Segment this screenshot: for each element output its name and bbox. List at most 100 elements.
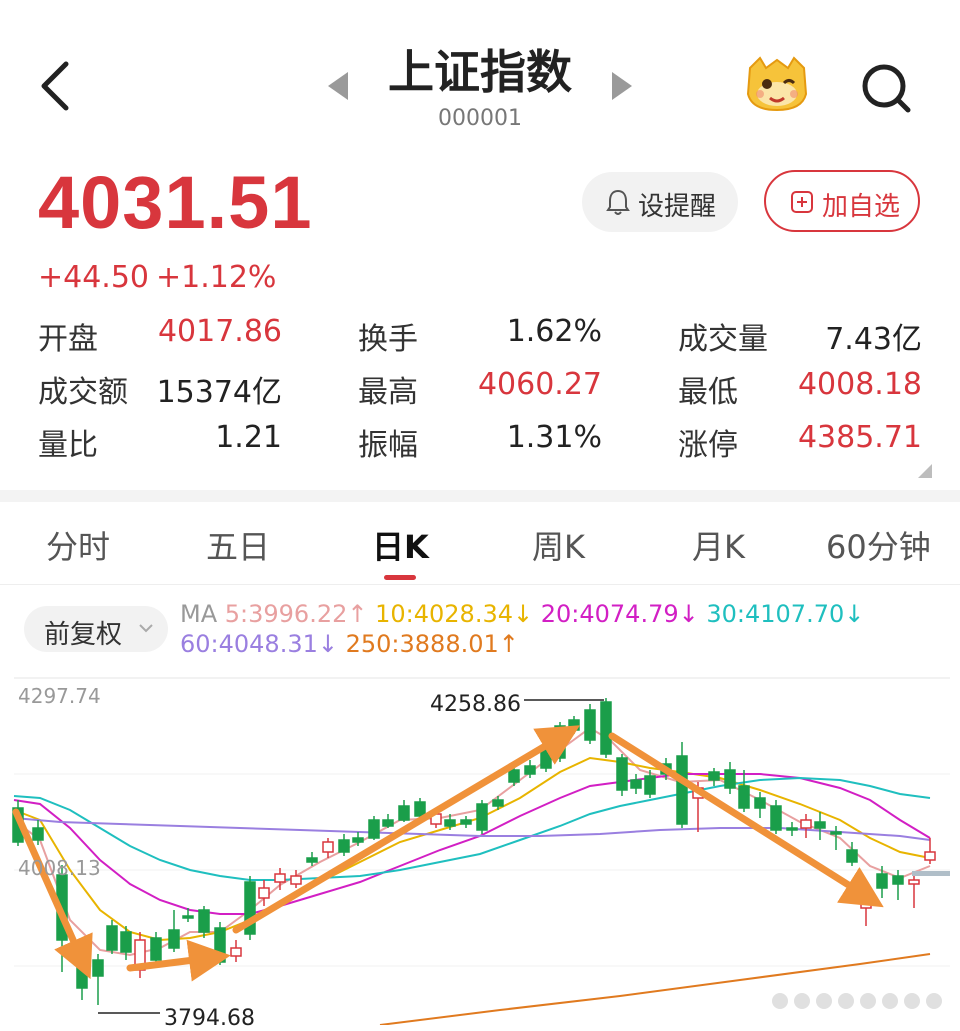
candle	[600, 698, 612, 758]
candle	[398, 800, 410, 822]
price-adjust-label: 前复权	[44, 620, 123, 650]
candle-body	[492, 799, 504, 807]
axis-mid-label: 4008.13	[18, 856, 101, 880]
high-price-label: 4258.86	[428, 692, 523, 717]
section-divider	[0, 490, 960, 502]
kline-chart[interactable]: 4297.74 4008.13 4258.86 3794.68	[0, 670, 960, 1031]
stat-label-amplitude: 振幅	[358, 428, 418, 463]
candle	[770, 800, 782, 834]
price-change: +44.50	[38, 260, 150, 295]
candle	[338, 834, 350, 856]
stat-value-low: 4008.18	[797, 367, 922, 402]
candle-body	[230, 947, 242, 957]
ma-line	[13, 726, 931, 957]
stat-label-volume: 成交量	[678, 322, 768, 357]
candle-body	[150, 937, 162, 961]
candle-body	[338, 839, 350, 853]
next-triangle-icon[interactable]	[612, 72, 632, 100]
candle-body	[508, 769, 520, 783]
candle	[244, 876, 256, 940]
candle-body	[738, 785, 750, 809]
tab-60min[interactable]: 60分钟	[826, 522, 931, 568]
candle-body	[106, 925, 118, 951]
candle-body	[306, 857, 318, 863]
candle-body	[198, 909, 210, 933]
candle-body	[600, 701, 612, 755]
tabs-divider	[0, 584, 960, 585]
candle-body	[368, 819, 380, 839]
set-alert-button[interactable]: 设提醒	[582, 172, 738, 232]
candle	[382, 814, 394, 828]
candle	[754, 792, 766, 818]
tab-intraday[interactable]: 分时	[46, 522, 110, 568]
stat-label-open: 开盘	[38, 322, 98, 357]
bell-icon	[606, 188, 630, 220]
add-box-icon	[790, 190, 814, 218]
stat-label-amount: 成交额	[38, 375, 128, 410]
candle-body	[258, 887, 270, 899]
candle-body	[800, 819, 812, 829]
stat-label-turnover: 换手	[358, 322, 418, 357]
candle-body	[644, 775, 656, 795]
candle	[168, 910, 180, 952]
candle-body	[908, 879, 920, 885]
candle	[616, 754, 628, 796]
price-adjust-dropdown[interactable]: 前复权	[24, 606, 168, 652]
candle	[134, 932, 146, 978]
stat-label-high: 最高	[358, 375, 418, 410]
active-tab-indicator	[384, 575, 416, 580]
candle-body	[120, 931, 132, 953]
candle-body	[92, 959, 104, 977]
add-favorite-button[interactable]: 加自选	[764, 170, 920, 232]
candle	[230, 940, 242, 962]
page-dots-watermark	[770, 990, 950, 1012]
candle-body	[352, 837, 364, 843]
candle	[214, 922, 226, 965]
candle-body	[568, 719, 580, 731]
tab-daily-k[interactable]: 日K	[372, 522, 429, 568]
add-favorite-label: 加自选	[822, 192, 901, 222]
search-icon[interactable]	[860, 62, 912, 114]
ma10-value: 10:4028.34↓	[375, 600, 534, 628]
candle	[368, 816, 380, 840]
low-price-label: 3794.68	[162, 1006, 257, 1031]
tab-five-day[interactable]: 五日	[206, 522, 270, 568]
candle	[92, 954, 104, 1005]
candle	[106, 920, 118, 954]
mascot-icon[interactable]	[742, 54, 812, 114]
candle-body	[924, 851, 936, 861]
ma30-value: 30:4107.70↓	[706, 600, 865, 628]
ma250-value: 250:3888.01↑	[345, 630, 519, 658]
ma5-value: 5:3996.22↑	[224, 600, 368, 628]
candle-body	[460, 819, 472, 825]
candle-body	[290, 875, 302, 885]
ma-legend-row1: MA 5:3996.22↑ 10:4028.34↓ 20:4074.79↓ 30…	[180, 600, 864, 628]
candle-body	[814, 821, 826, 829]
candle-body	[414, 801, 426, 817]
axis-top-label: 4297.74	[18, 684, 101, 708]
candle	[924, 838, 936, 864]
candle-body	[398, 805, 410, 821]
candle	[876, 866, 888, 898]
ma60-value: 60:4048.31↓	[180, 630, 338, 658]
price-change-pct: +1.12%	[156, 260, 277, 295]
stat-label-low: 最低	[678, 375, 738, 410]
candle-body	[214, 927, 226, 963]
candle-body	[182, 915, 194, 919]
ma-legend-row2: 60:4048.31↓ 250:3888.01↑	[180, 630, 519, 658]
candle	[814, 812, 826, 840]
candle-body	[724, 769, 736, 789]
candle-body	[876, 873, 888, 889]
expand-corner-icon[interactable]	[918, 464, 932, 478]
page-title: 上证指数	[388, 45, 572, 99]
tab-weekly-k[interactable]: 周K	[532, 522, 585, 568]
candle	[892, 870, 904, 900]
candle-body	[32, 827, 44, 841]
candle	[786, 822, 798, 836]
candle-body	[616, 757, 628, 791]
candle-body	[274, 873, 286, 883]
candle	[568, 716, 580, 734]
stat-value-amount: 15374亿	[156, 375, 282, 410]
candle-body	[322, 841, 334, 853]
tab-monthly-k[interactable]: 月K	[692, 522, 745, 568]
